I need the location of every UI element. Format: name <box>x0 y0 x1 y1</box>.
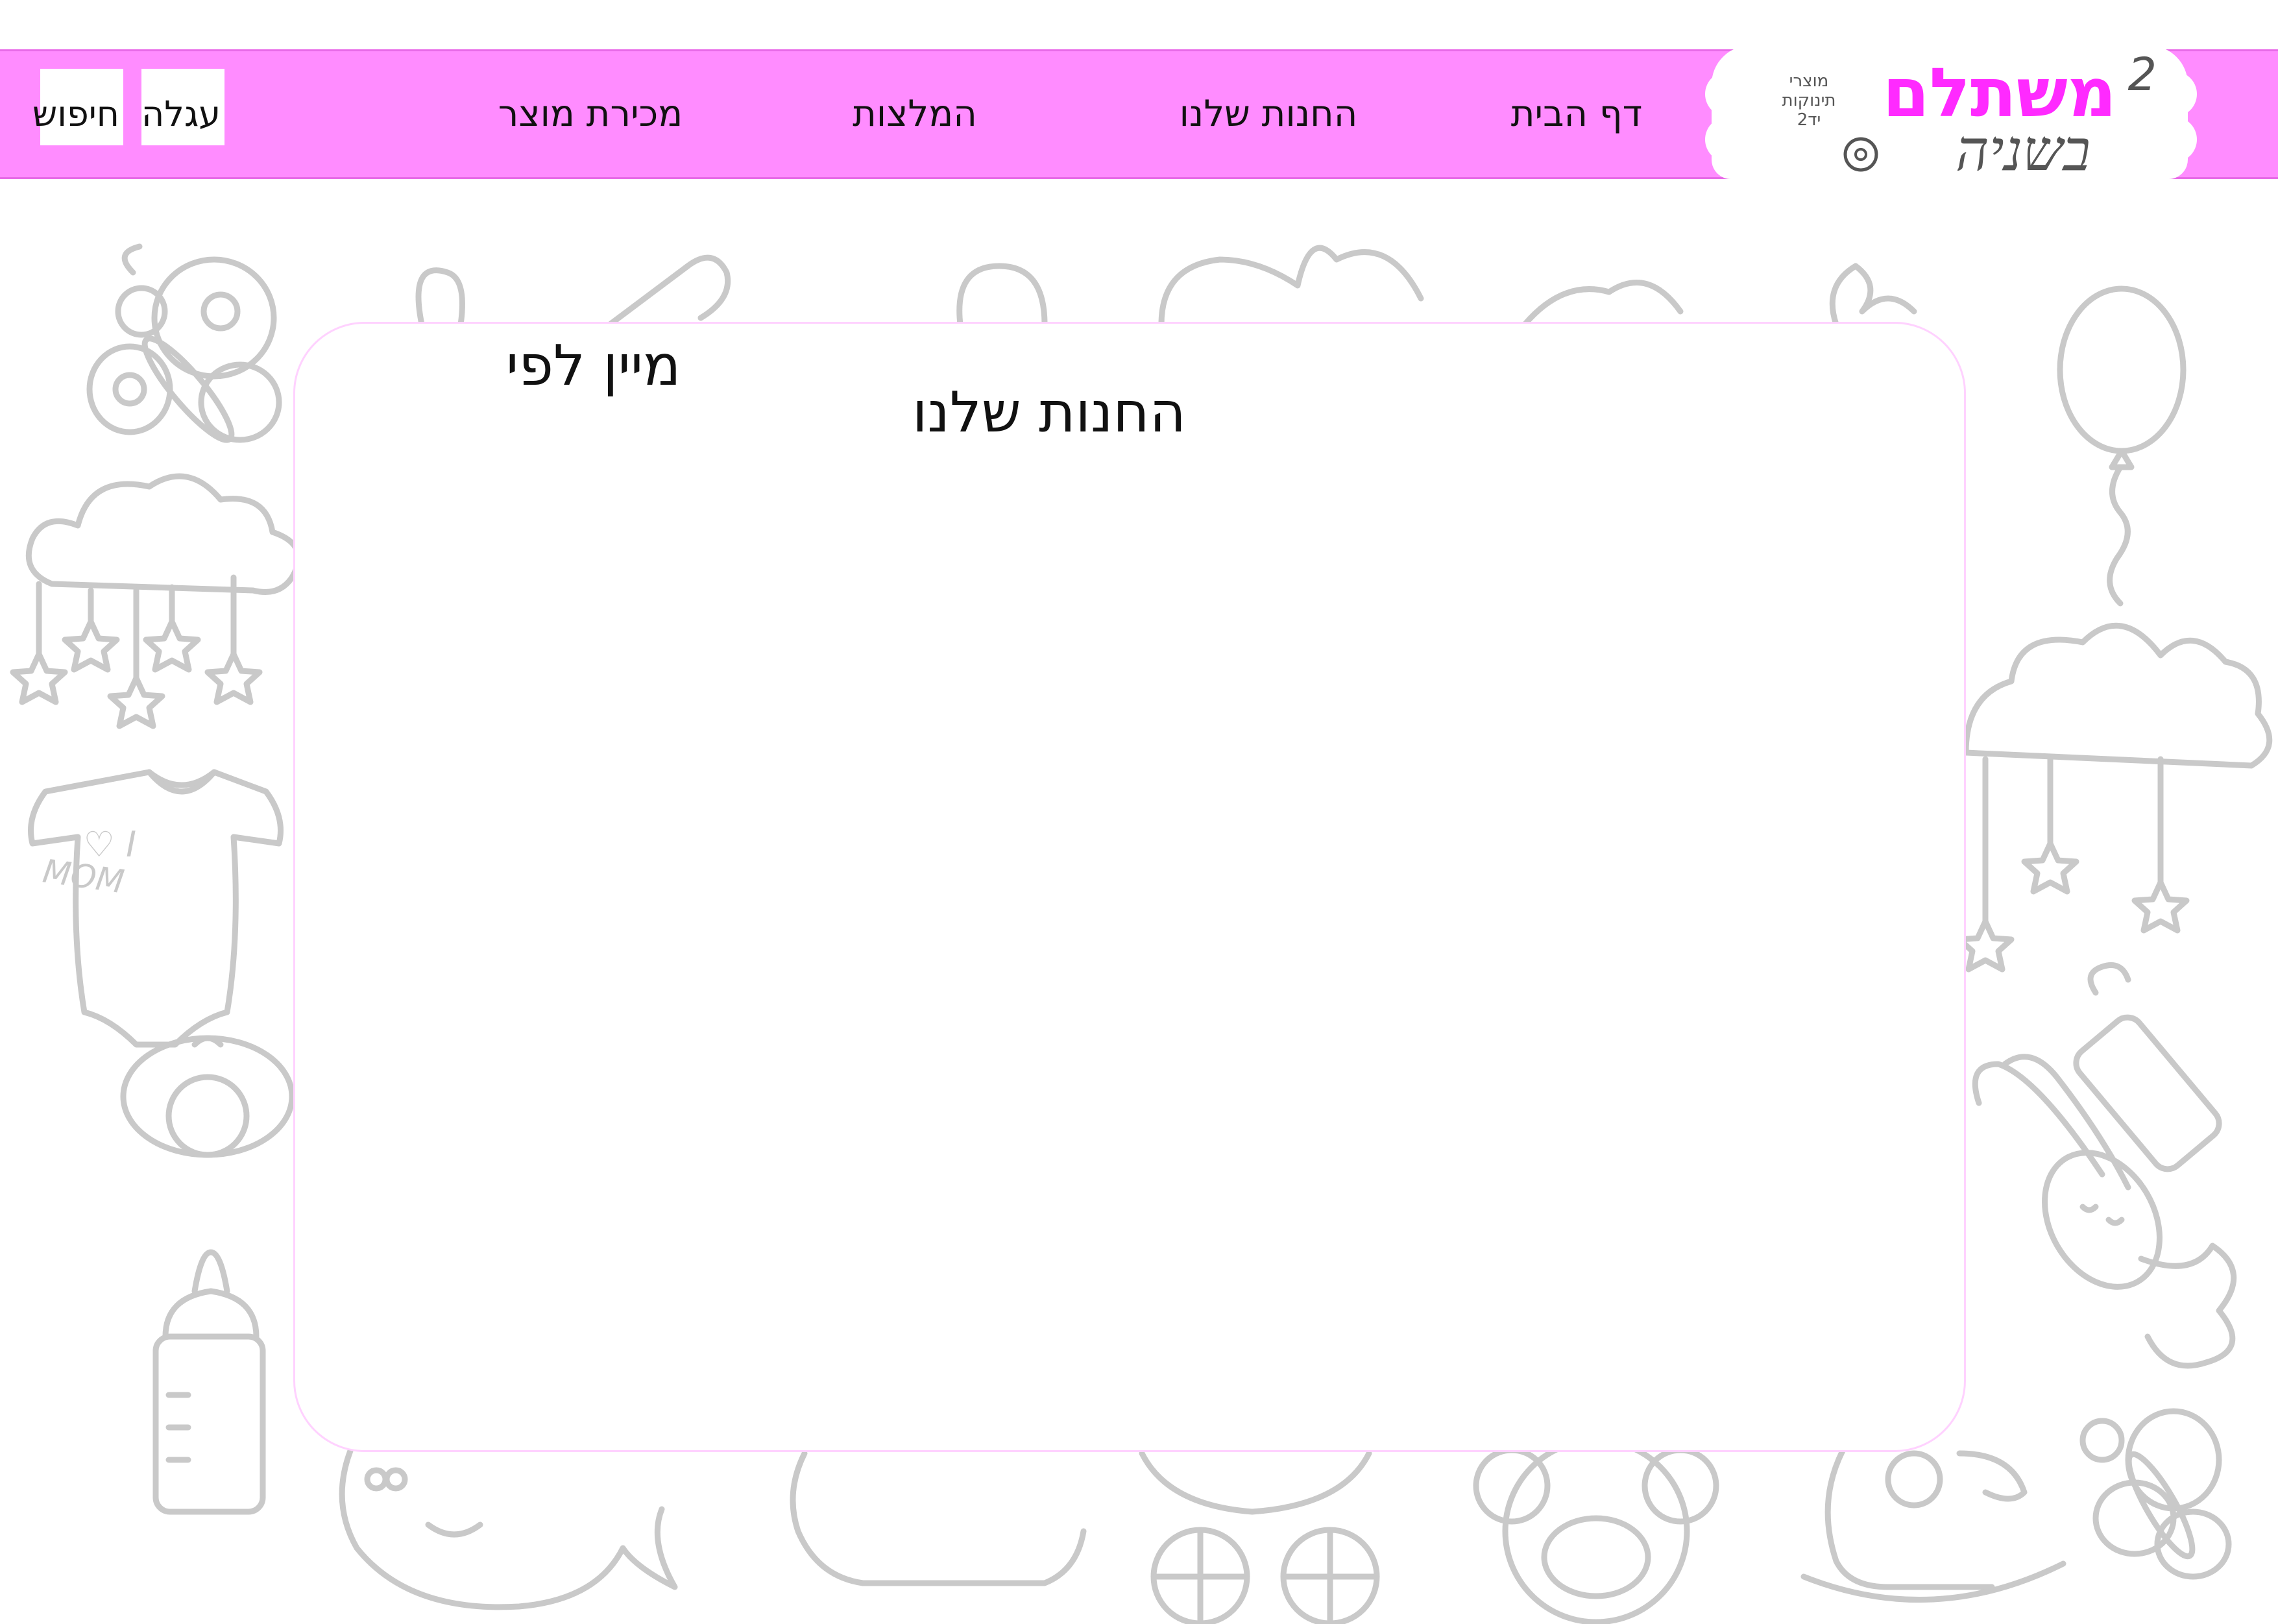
site-logo[interactable]: 2 משתלם בשניה מוצרי תינוקות יד2 <box>1705 45 2197 184</box>
bottle-doodle-right <box>2073 962 2222 1172</box>
onesie-doodle: I ♡ MOM <box>28 769 284 1048</box>
nav-sell-product[interactable]: מכירת מוצר <box>487 49 694 179</box>
partial-doodle <box>1158 245 1424 328</box>
logo-scallop-decoration <box>1705 71 1751 117</box>
teddy-doodle <box>1473 1437 1719 1624</box>
cloud-mobile-doodle-right <box>1956 622 2273 973</box>
logo-scallop-decoration <box>2151 117 2197 162</box>
rocking-horse-doodle <box>1800 1448 2066 1603</box>
bottle-doodle <box>152 1249 266 1515</box>
page-title: החנות שלנו <box>912 380 1186 445</box>
store-content-card <box>293 322 1966 1452</box>
logo-tagline-line: מוצרי <box>1789 71 1829 91</box>
nav-our-store[interactable]: החנות שלנו <box>1161 49 1375 179</box>
nav-home[interactable]: דף הבית <box>1492 49 1661 179</box>
sort-by-label[interactable]: מיין לפי <box>506 333 681 398</box>
butterfly-doodle-right <box>2079 1408 2232 1580</box>
cloud-mobile-doodle <box>10 473 302 729</box>
balloon-doodle <box>2057 285 2187 607</box>
bow-doodle <box>1829 263 1917 328</box>
pacifier-doodle <box>120 1035 295 1158</box>
logo-scallop-decoration <box>2151 71 2197 117</box>
logo-subtitle-text: בשניה <box>1956 117 2090 184</box>
rattle-doodle <box>607 254 731 328</box>
logo-tagline: מוצרי תינוקות יד2 <box>1770 71 1848 130</box>
pacifier-logo-icon <box>1843 137 1878 172</box>
logo-tagline-line: יד2 <box>1797 110 1821 130</box>
partial-doodle <box>415 267 465 328</box>
whale-doodle <box>339 1448 678 1610</box>
logo-scallop-decoration <box>1705 117 1751 162</box>
partial-doodle <box>1521 280 1684 328</box>
search-label: חיפוש <box>32 93 120 134</box>
nav-recommendations[interactable]: המלצות <box>837 49 993 179</box>
cart-label: עגלה <box>141 93 221 134</box>
logo-tagline-line: תינוקות <box>1782 91 1836 110</box>
partial-doodle <box>956 263 1048 328</box>
butterfly-doodle <box>86 243 282 443</box>
logo-superscript: 2 <box>2127 48 2157 101</box>
partial-doodle <box>790 1450 1087 1586</box>
stroller-doodle <box>1139 1450 1380 1624</box>
